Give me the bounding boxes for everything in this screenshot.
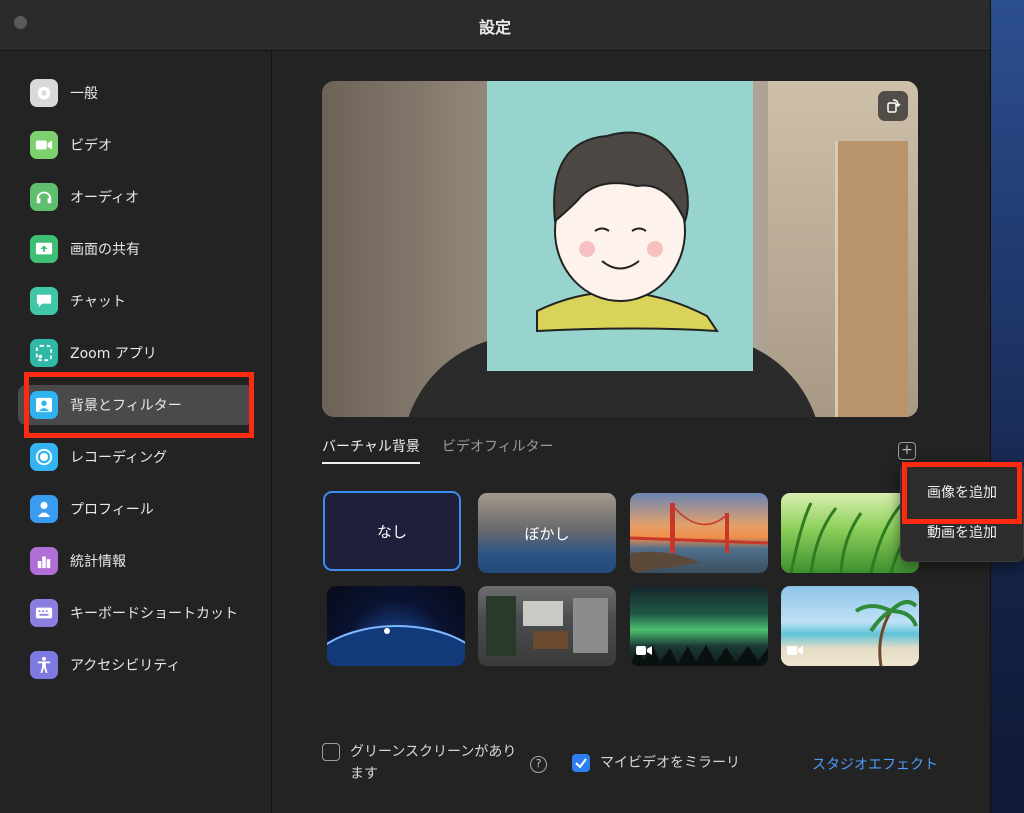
video-preview bbox=[322, 81, 918, 417]
background-thumb-grass[interactable] bbox=[781, 493, 919, 573]
window-title: 設定 bbox=[478, 18, 511, 37]
desktop-background bbox=[990, 0, 1024, 813]
headphones-icon bbox=[30, 183, 58, 211]
rotate-camera-icon[interactable] bbox=[878, 91, 908, 121]
background-thumb-label: ぼかし bbox=[524, 524, 570, 543]
tab-virtual-background[interactable]: バーチャル背景 bbox=[322, 436, 420, 464]
sidebar-item-label: レコーディング bbox=[70, 450, 168, 466]
background-thumb-office-interior[interactable] bbox=[478, 586, 616, 666]
gear-icon bbox=[30, 79, 58, 107]
green-screen-label: グリーンスクリーンがあります bbox=[350, 744, 517, 782]
add-background-button[interactable]: + bbox=[898, 442, 916, 460]
background-thumb-golden-gate-bridge[interactable] bbox=[630, 493, 768, 573]
annotation-highlight-sidebar bbox=[24, 372, 254, 438]
sidebar-item-label: ビデオ bbox=[70, 138, 112, 154]
profile-icon bbox=[30, 495, 58, 523]
help-icon[interactable]: ? bbox=[530, 756, 547, 773]
studio-effects-link[interactable]: スタジオエフェクト bbox=[812, 754, 938, 774]
preview-door bbox=[835, 141, 908, 417]
sidebar-item-label: キーボードショートカット bbox=[70, 606, 238, 622]
sidebar-item-recording[interactable]: レコーディング bbox=[18, 437, 254, 477]
statistics-icon bbox=[30, 547, 58, 575]
sidebar-item-keyboard-shortcuts[interactable]: キーボードショートカット bbox=[18, 593, 254, 633]
accessibility-icon bbox=[30, 651, 58, 679]
sidebar-item-zoom-apps[interactable]: Zoom アプリ bbox=[18, 333, 254, 373]
background-thumb-blur[interactable]: ぼかし bbox=[478, 493, 616, 573]
video-camera-icon bbox=[30, 131, 58, 159]
mirror-video-checkbox[interactable] bbox=[572, 754, 590, 772]
sidebar-item-label: Zoom アプリ bbox=[70, 346, 157, 362]
background-thumb-earth-from-space[interactable] bbox=[327, 586, 465, 666]
sidebar-item-label: アクセシビリティ bbox=[70, 658, 181, 674]
green-screen-checkbox[interactable] bbox=[322, 743, 340, 761]
sidebar-item-label: オーディオ bbox=[70, 190, 140, 206]
sidebar-item-label: 画面の共有 bbox=[70, 242, 140, 258]
sidebar-item-share-screen[interactable]: 画面の共有 bbox=[18, 229, 254, 269]
title-bar: 設定 bbox=[0, 0, 990, 51]
sidebar-item-audio[interactable]: オーディオ bbox=[18, 177, 254, 217]
tab-bar: バーチャル背景 ビデオフィルター bbox=[322, 436, 576, 464]
background-thumb-none[interactable]: なし bbox=[323, 491, 461, 571]
background-thumb-aurora[interactable] bbox=[630, 586, 768, 666]
keyboard-icon bbox=[30, 599, 58, 627]
annotation-highlight-add-image bbox=[902, 462, 1022, 524]
sidebar-item-video[interactable]: ビデオ bbox=[18, 125, 254, 165]
sidebar-item-profile[interactable]: プロフィール bbox=[18, 489, 254, 529]
sidebar-item-statistics[interactable]: 統計情報 bbox=[18, 541, 254, 581]
sidebar-item-label: プロフィール bbox=[70, 502, 154, 518]
footer-options: グリーンスクリーンがあります ? マイビデオをミラーリ スタジオエフェクト bbox=[322, 741, 962, 791]
sidebar-item-accessibility[interactable]: アクセシビリティ bbox=[18, 645, 254, 685]
sidebar-item-general[interactable]: 一般 bbox=[18, 73, 254, 113]
video-badge-icon bbox=[787, 642, 803, 660]
chat-icon bbox=[30, 287, 58, 315]
share-screen-icon bbox=[30, 235, 58, 263]
tab-video-filters[interactable]: ビデオフィルター bbox=[442, 436, 554, 464]
sidebar-item-chat[interactable]: チャット bbox=[18, 281, 254, 321]
video-badge-icon bbox=[636, 642, 652, 660]
sidebar-item-label: 統計情報 bbox=[70, 554, 126, 570]
avatar-illustration bbox=[487, 81, 753, 371]
apps-icon bbox=[30, 339, 58, 367]
sidebar-item-label: チャット bbox=[70, 294, 126, 310]
background-filters-panel: バーチャル背景 ビデオフィルター + なし ぼかし グリーンスクリーンがあります… bbox=[272, 51, 990, 813]
background-thumb-label: なし bbox=[376, 522, 407, 541]
record-icon bbox=[30, 443, 58, 471]
sidebar-item-label: 一般 bbox=[70, 86, 98, 102]
mirror-video-label: マイビデオをミラーリ bbox=[600, 755, 740, 771]
background-thumb-beach[interactable] bbox=[781, 586, 919, 666]
